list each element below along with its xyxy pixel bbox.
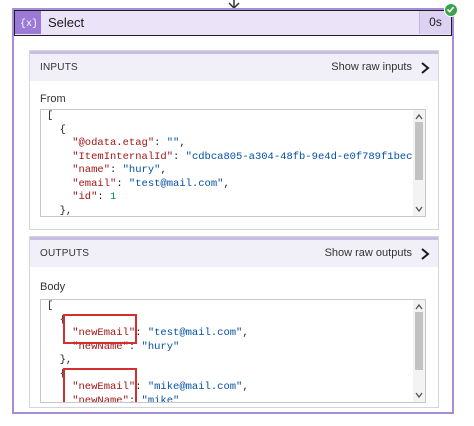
code-token: }, [47, 204, 73, 217]
code-token: , [242, 327, 249, 339]
code-token: : [135, 327, 148, 339]
outputs-heading: OUTPUTS [40, 248, 90, 259]
highlight-box [63, 368, 137, 402]
scroll-down-icon[interactable] [415, 205, 423, 213]
outputs-section: OUTPUTS Show raw outputs Body [ { "newEm… [29, 236, 439, 408]
body-scrollbar[interactable] [413, 300, 425, 402]
chevron-right-icon[interactable] [420, 247, 430, 261]
code-token: : [110, 164, 123, 176]
outputs-section-header: OUTPUTS Show raw outputs [30, 237, 438, 267]
code-token: : [97, 191, 111, 203]
from-scrollbar[interactable] [413, 110, 425, 216]
code-token: "hury" [141, 340, 180, 353]
scroll-up-icon[interactable] [415, 113, 423, 121]
code-token: "name" [47, 164, 111, 176]
code-line: [ [47, 110, 407, 124]
scroll-up-icon[interactable] [415, 303, 423, 311]
code-line: "ItemInternalId": "cdbca805-a304-48fb-9e… [47, 150, 425, 165]
code-token: , [223, 177, 230, 190]
code-line: { [47, 124, 407, 138]
code-line: "@odata.etag": "", [47, 137, 407, 151]
code-token: { [47, 123, 66, 136]
from-label: From [40, 93, 66, 105]
from-code: [ { "@odata.etag": "", "ItemInternalId":… [47, 110, 425, 217]
code-token: "test@mail.com" [147, 327, 243, 339]
show-raw-inputs-link[interactable]: Show raw inputs [331, 61, 412, 73]
code-line: [ [47, 300, 407, 314]
action-title: Select [48, 15, 85, 30]
body-label: Body [40, 281, 66, 293]
code-token: "mike@mail.com" [147, 381, 243, 393]
code-line: }, [47, 204, 407, 217]
show-raw-outputs-link[interactable]: Show raw outputs [325, 247, 412, 259]
svg-text:{x}: {x} [20, 18, 36, 29]
code-token: "email" [47, 177, 117, 190]
scroll-down-icon[interactable] [415, 391, 423, 399]
code-token: , [160, 164, 167, 176]
code-token: "hury" [122, 164, 161, 176]
body-scroll-thumb[interactable] [415, 312, 423, 370]
body-code-box[interactable]: [ { "newEmail": "test@mail.com", "newNam… [40, 299, 426, 403]
code-token: "cdbca805-a304-48fb-9e4d-e0f789f1bec7" [185, 150, 426, 163]
code-token: , [425, 151, 426, 163]
from-scroll-thumb[interactable] [415, 122, 423, 180]
code-token: [ [47, 300, 54, 312]
from-code-box[interactable]: [ { "@odata.etag": "", "ItemInternalId":… [40, 109, 426, 217]
select-action-card: {x} Select 0s INPUTS Show raw inputs Fro… [12, 8, 454, 414]
code-token: [ [47, 110, 54, 122]
inputs-heading: INPUTS [40, 62, 78, 73]
code-token: : [135, 381, 148, 393]
action-header[interactable]: {x} Select 0s [14, 10, 452, 36]
code-token: : [173, 150, 186, 163]
code-token: : [154, 137, 167, 149]
curly-braces-icon: {x} [15, 11, 41, 34]
code-token: "@odata.etag" [47, 137, 155, 149]
code-line: }, [47, 354, 407, 368]
highlight-box [63, 314, 137, 344]
chevron-right-icon[interactable] [420, 61, 430, 75]
code-token: : [116, 177, 129, 190]
code-line: "id": 1 [47, 191, 407, 205]
code-token: "" [166, 137, 180, 149]
inputs-section-header: INPUTS Show raw inputs [30, 51, 438, 81]
code-token: "test@mail.com" [128, 177, 224, 190]
code-token: "id" [47, 191, 98, 203]
code-token: , [179, 137, 186, 149]
code-token: "mike" [141, 394, 180, 403]
code-line: "email": "test@mail.com", [47, 178, 407, 192]
code-token: 1 [110, 191, 117, 203]
code-token: }, [47, 354, 73, 366]
inputs-section: INPUTS Show raw inputs From [ { "@odata.… [29, 50, 439, 230]
code-token: , [242, 381, 249, 393]
code-line: "name": "hury", [47, 164, 407, 178]
success-check-icon [444, 3, 458, 17]
code-token: "ItemInternalId" [47, 150, 174, 163]
